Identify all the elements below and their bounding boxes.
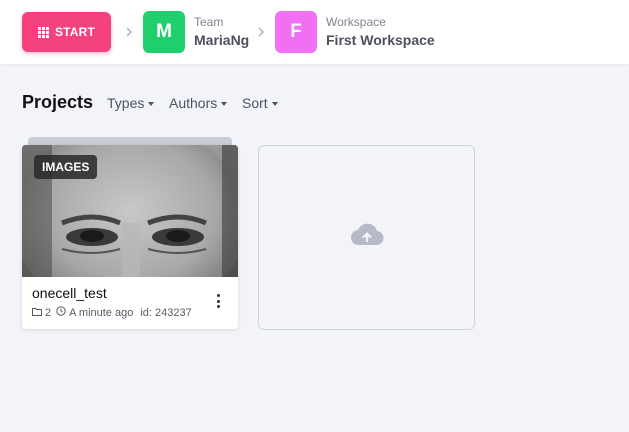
folder-icon (32, 307, 42, 319)
cloud-upload-icon (350, 223, 384, 252)
page-title: Projects (22, 92, 94, 112)
project-card[interactable]: IMAGES onecell_test 2 A minute ago id: 2… (22, 145, 238, 329)
start-label: START (54, 25, 96, 39)
caret-down-icon (148, 101, 155, 106)
project-meta: 2 A minute ago id: 243237 (32, 306, 192, 319)
project-type-badge: IMAGES (34, 155, 98, 179)
workspace-name[interactable]: First Workspace (326, 32, 435, 48)
project-name[interactable]: onecell_test (32, 285, 107, 301)
chevron-right-icon (256, 24, 266, 40)
team-name[interactable]: MariaNg (194, 32, 249, 48)
caret-down-icon (221, 101, 228, 106)
project-id: id: 243237 (140, 306, 192, 319)
project-thumbnail: IMAGES (22, 145, 238, 277)
filter-sort-label: Sort (242, 95, 268, 111)
filter-types-label: Types (107, 95, 145, 111)
start-button[interactable]: START (22, 12, 111, 52)
filter-authors[interactable]: Authors (169, 95, 228, 111)
team-label: Team (194, 15, 224, 29)
caret-down-icon (271, 101, 278, 106)
filter-sort[interactable]: Sort (242, 95, 278, 111)
workspace-label: Workspace (326, 15, 386, 29)
dataset-count: 2 (45, 306, 52, 319)
filter-types[interactable]: Types (107, 95, 155, 111)
chevron-right-icon (124, 24, 134, 40)
updated-time: A minute ago (69, 306, 134, 319)
top-header: START M Team MariaNg F Workspace First W… (0, 0, 629, 64)
upload-project-dropzone[interactable] (258, 145, 475, 330)
clock-icon (56, 306, 66, 319)
team-avatar[interactable]: M (143, 11, 185, 53)
filter-authors-label: Authors (169, 95, 218, 111)
workspace-avatar[interactable]: F (275, 11, 317, 53)
grid-icon (37, 26, 49, 38)
more-vertical-icon[interactable] (212, 292, 224, 310)
